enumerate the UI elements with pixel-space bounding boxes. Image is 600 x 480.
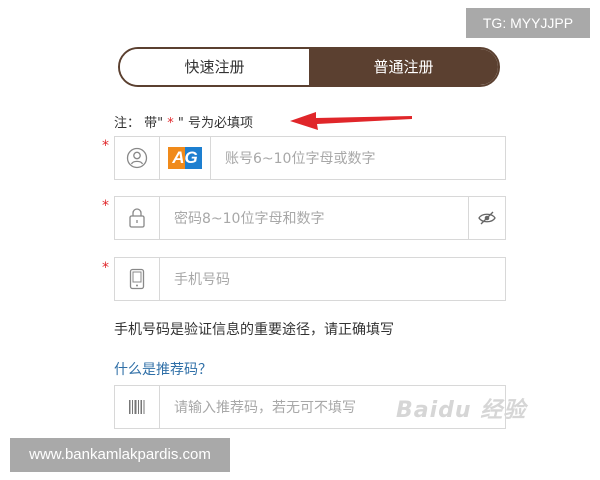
barcode-icon [115,386,160,428]
required-note-prefix: 注： 带" [114,116,164,131]
tab-quick-register[interactable]: 快速注册 [120,49,309,85]
lock-icon [115,197,160,239]
required-mark: * [102,260,109,276]
register-tabs: 快速注册 普通注册 [118,47,500,87]
phone-field[interactable]: 手机号码 [114,257,506,301]
required-mark: * [102,138,109,154]
phone-hint: 手机号码是验证信息的重要途径，请正确填写 [114,322,394,338]
phone-input[interactable]: 手机号码 [160,258,505,300]
required-note: 注： 带" * " 号为必填项 [114,112,253,131]
watermark-bottom: www.bankamlakpardis.com [10,438,230,472]
password-field[interactable]: 密码8~10位字母和数字 [114,196,506,240]
baidu-watermark: Baidu 经验 [396,398,527,423]
required-mark: * [102,198,109,214]
required-note-suffix: " 号为必填项 [177,116,254,131]
tab-normal-register[interactable]: 普通注册 [309,49,498,85]
phone-icon [115,258,160,300]
account-input[interactable]: 账号6~10位字母或数字 [211,137,505,179]
referral-help-link[interactable]: 什么是推荐码？ [114,359,212,379]
watermark-top: TG: MYYJJPP [466,8,590,38]
user-icon [115,137,160,179]
ag-logo: AG [160,137,211,179]
password-input[interactable]: 密码8~10位字母和数字 [160,197,468,239]
account-field[interactable]: AG 账号6~10位字母或数字 [114,136,506,180]
red-arrow-icon [290,112,412,130]
required-note-star: * [163,116,178,131]
eye-hidden-icon[interactable] [468,197,505,239]
